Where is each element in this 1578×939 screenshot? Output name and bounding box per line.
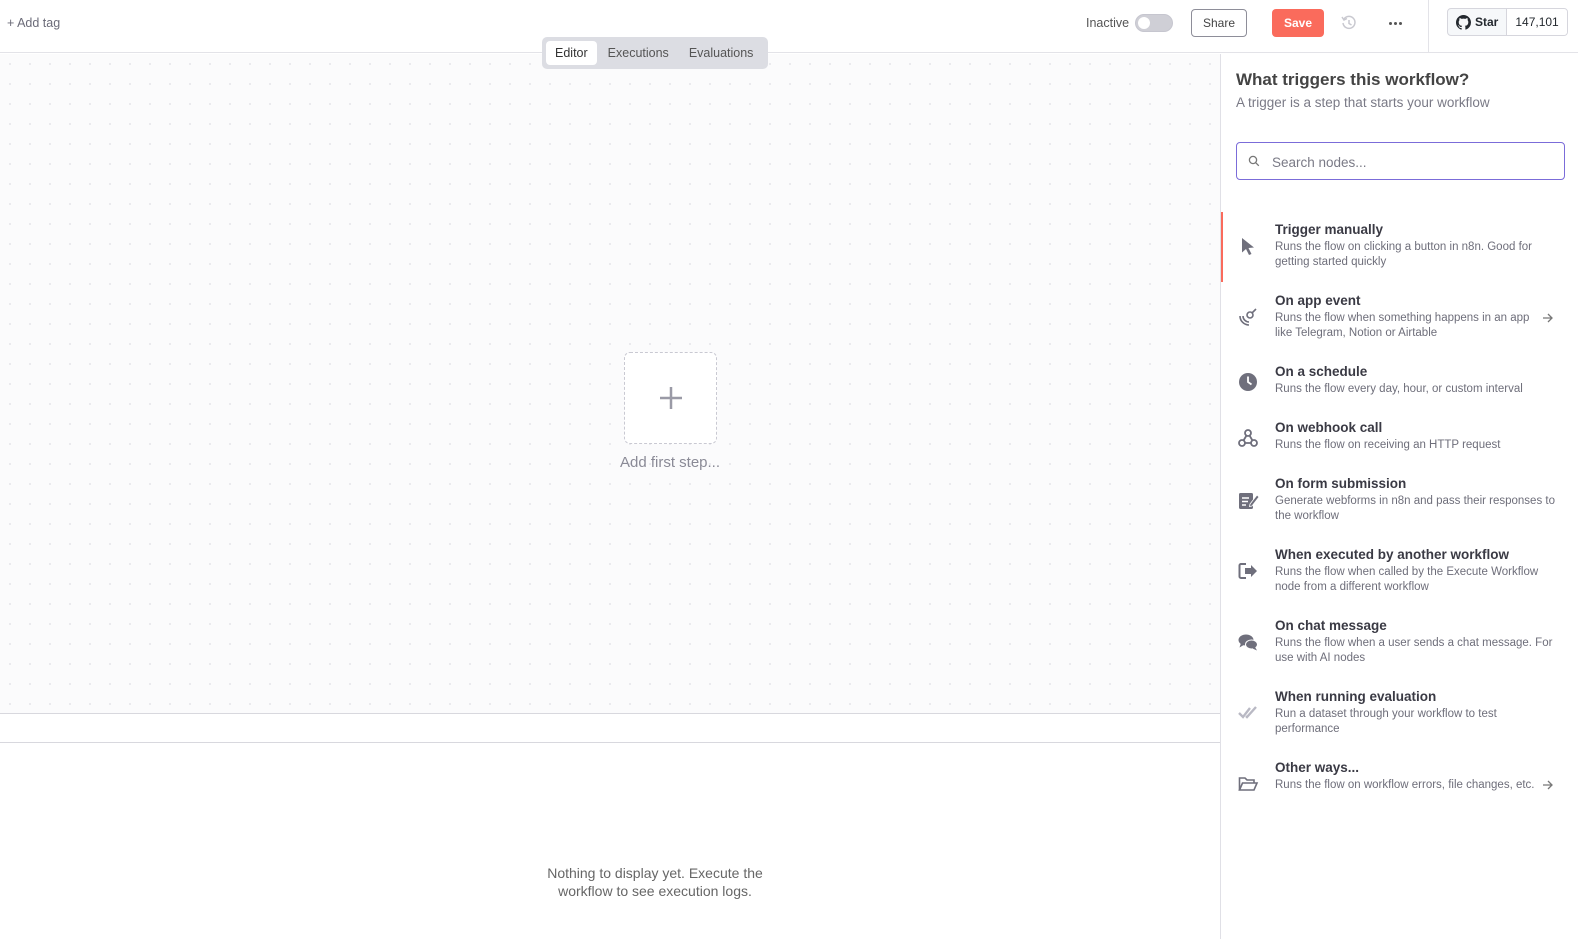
top-header: + Add tag Inactive Share Save Star 147,1… — [0, 0, 1578, 53]
arrow-right-icon — [1543, 313, 1553, 323]
header-divider — [1428, 0, 1429, 53]
trigger-description: Generate webforms in n8n and pass their … — [1275, 495, 1555, 522]
search-icon — [1248, 155, 1260, 167]
save-button[interactable]: Save — [1272, 9, 1324, 37]
search-input[interactable] — [1272, 151, 1557, 173]
search-box — [1236, 142, 1565, 180]
tab-executions[interactable]: Executions — [599, 41, 678, 65]
github-star-widget: Star 147,101 — [1447, 8, 1568, 36]
trigger-title: When running evaluation — [1275, 689, 1437, 704]
trigger-description: Run a dataset through your workflow to t… — [1275, 708, 1497, 735]
webhook-icon — [1238, 429, 1258, 447]
workflow-editor: + Add tag Inactive Share Save Star 147,1… — [0, 0, 1578, 939]
share-button[interactable]: Share — [1191, 9, 1247, 37]
view-tabs: Editor Executions Evaluations — [542, 37, 768, 69]
tab-editor[interactable]: Editor — [546, 41, 597, 65]
trigger-panel: What triggers this workflow? A trigger i… — [1220, 54, 1578, 939]
github-star-label: Star — [1475, 15, 1499, 29]
github-star-button[interactable]: Star — [1448, 9, 1508, 35]
history-icon[interactable] — [1340, 14, 1358, 32]
workflow-canvas[interactable]: Add first step... — [0, 54, 1220, 713]
trigger-title: When executed by another workflow — [1275, 547, 1510, 562]
logs-panel: Nothing to display yet. Execute the work… — [0, 744, 1220, 939]
trigger-item-schedule[interactable]: On a schedule Runs the flow every day, h… — [1221, 354, 1578, 409]
folder-open-icon — [1238, 777, 1259, 791]
trigger-title: Other ways... — [1275, 760, 1360, 775]
trigger-description: Runs the flow on workflow errors, file c… — [1275, 779, 1535, 791]
trigger-description: Runs the flow when a user sends a chat m… — [1275, 637, 1553, 664]
logs-panel-header[interactable] — [0, 713, 1220, 743]
trigger-title: On app event — [1275, 293, 1361, 308]
trigger-description: Runs the flow on clicking a button in n8… — [1275, 241, 1532, 268]
trigger-description: Runs the flow on receiving an HTTP reque… — [1275, 439, 1501, 451]
plus-icon — [660, 387, 682, 409]
arrow-right-icon — [1543, 780, 1553, 790]
trigger-item-manual[interactable]: Trigger manually Runs the flow on clicki… — [1221, 212, 1578, 282]
trigger-title: Trigger manually — [1275, 222, 1384, 237]
clock-icon — [1239, 373, 1257, 391]
panel-title: What triggers this workflow? — [1236, 70, 1470, 89]
trigger-description: Runs the flow when called by the Execute… — [1275, 566, 1539, 593]
form-icon — [1239, 493, 1259, 509]
trigger-description: Runs the flow every day, hour, or custom… — [1275, 383, 1523, 395]
trigger-title: On a schedule — [1275, 364, 1368, 379]
check-double-icon — [1238, 706, 1257, 719]
more-options-icon[interactable] — [1385, 14, 1405, 32]
add-first-step-button[interactable] — [624, 352, 717, 444]
tab-evaluations[interactable]: Evaluations — [680, 41, 763, 65]
github-icon — [1456, 14, 1471, 30]
active-toggle[interactable] — [1135, 14, 1173, 32]
panel-subtitle: A trigger is a step that starts your wor… — [1236, 95, 1490, 110]
trigger-title: On webhook call — [1275, 420, 1383, 435]
active-status-label: Inactive — [1086, 16, 1130, 30]
chat-icon — [1238, 634, 1258, 651]
trigger-title: On chat message — [1275, 618, 1387, 633]
sign-in-icon — [1238, 563, 1257, 579]
trigger-title: On form submission — [1275, 476, 1407, 491]
toggle-knob — [1138, 17, 1150, 29]
trigger-item-chat[interactable]: On chat message Runs the flow when a use… — [1221, 608, 1578, 678]
trigger-item-evaluation[interactable]: When running evaluation Run a dataset th… — [1221, 679, 1578, 749]
trigger-item-form[interactable]: On form submission Generate webforms in … — [1221, 466, 1578, 536]
trigger-description: Runs the flow when something happens in … — [1275, 312, 1530, 339]
trigger-item-other[interactable]: Other ways... Runs the flow on workflow … — [1221, 750, 1578, 820]
logs-empty-message: Nothing to display yet. Execute the work… — [547, 865, 763, 899]
trigger-item-webhook[interactable]: On webhook call Runs the flow on receivi… — [1221, 410, 1578, 465]
trigger-item-app-event[interactable]: On app event Runs the flow when somethin… — [1221, 283, 1578, 353]
cursor-icon — [1242, 238, 1254, 255]
add-tag-button[interactable]: + Add tag — [7, 16, 60, 30]
github-star-count[interactable]: 147,101 — [1507, 9, 1567, 35]
trigger-item-sub-workflow[interactable]: When executed by another workflow Runs t… — [1221, 537, 1578, 607]
satellite-icon — [1239, 308, 1257, 326]
add-first-step-label: Add first step... — [619, 454, 721, 471]
